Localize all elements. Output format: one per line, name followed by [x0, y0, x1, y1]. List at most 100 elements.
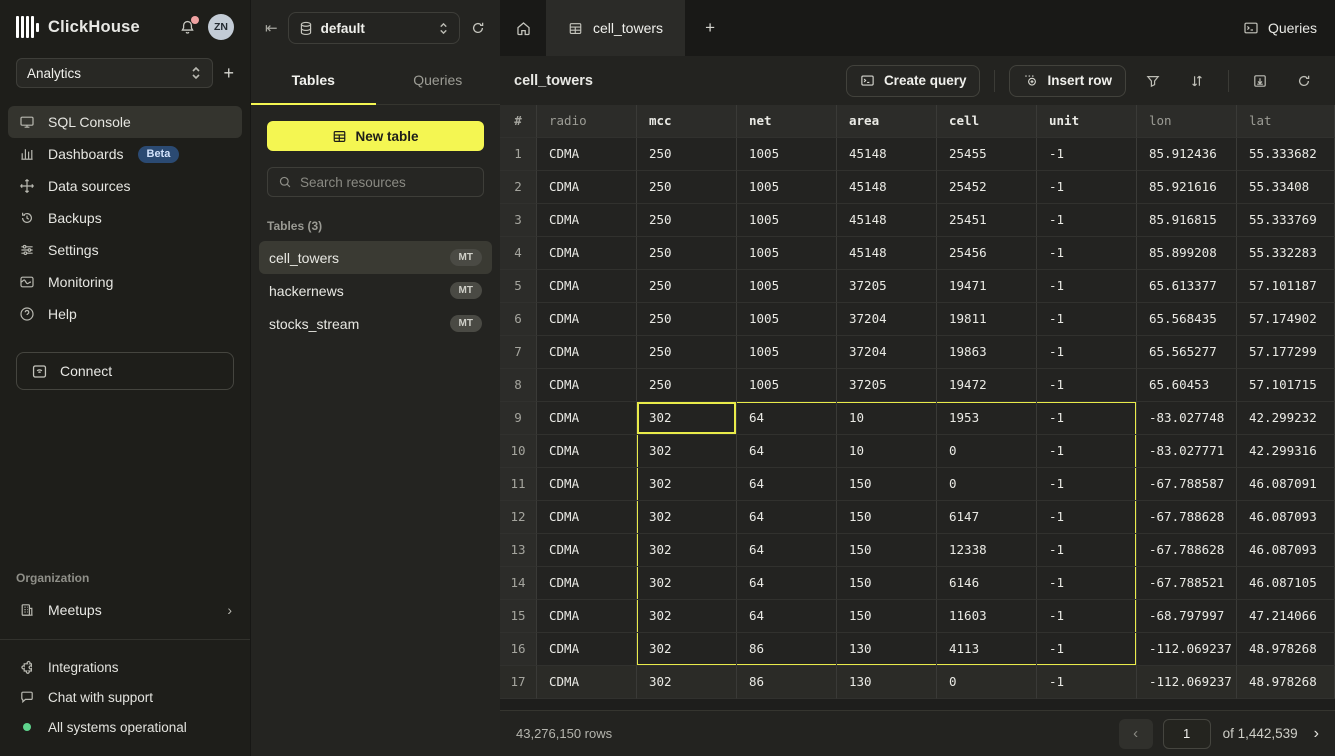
grid-cell[interactable]: 85.921616 — [1137, 171, 1237, 204]
grid-cell[interactable]: -1 — [1037, 435, 1137, 468]
collapse-panel-icon[interactable]: ⇤ — [265, 19, 278, 37]
grid-cell[interactable]: 150 — [837, 468, 937, 501]
grid-cell[interactable]: 57.101187 — [1237, 270, 1335, 303]
grid-cell[interactable]: 19811 — [937, 303, 1037, 336]
grid-cell[interactable]: 11603 — [937, 600, 1037, 633]
grid-cell[interactable]: 45148 — [837, 138, 937, 171]
sidebar-item-integrations[interactable]: Integrations — [0, 652, 250, 682]
row-number[interactable]: 17 — [500, 666, 537, 699]
grid-cell[interactable]: CDMA — [537, 303, 637, 336]
grid-cell[interactable]: -112.069237 — [1137, 666, 1237, 699]
grid-cell[interactable]: 150 — [837, 534, 937, 567]
avatar[interactable]: ZN — [208, 14, 234, 40]
grid-cell[interactable]: 42.299232 — [1237, 402, 1335, 435]
new-table-button[interactable]: New table — [267, 121, 484, 151]
grid-cell[interactable]: CDMA — [537, 369, 637, 402]
grid-cell[interactable]: 19471 — [937, 270, 1037, 303]
grid-cell[interactable]: -1 — [1037, 666, 1137, 699]
grid-cell[interactable]: CDMA — [537, 270, 637, 303]
grid-cell[interactable]: 12338 — [937, 534, 1037, 567]
row-number[interactable]: 2 — [500, 171, 537, 204]
grid-cell[interactable]: CDMA — [537, 138, 637, 171]
grid-cell[interactable]: 25456 — [937, 237, 1037, 270]
queries-button[interactable]: Queries — [1225, 0, 1335, 56]
grid-cell[interactable]: 1005 — [737, 270, 837, 303]
grid-cell[interactable]: -67.788521 — [1137, 567, 1237, 600]
grid-cell[interactable]: -83.027748 — [1137, 402, 1237, 435]
grid-cell[interactable]: CDMA — [537, 666, 637, 699]
grid-cell[interactable]: 19472 — [937, 369, 1037, 402]
grid-cell[interactable]: 0 — [937, 468, 1037, 501]
grid-cell[interactable]: 37205 — [837, 369, 937, 402]
row-number[interactable]: 3 — [500, 204, 537, 237]
grid-cell[interactable]: 46.087093 — [1237, 534, 1335, 567]
new-tab-button[interactable]: + — [685, 0, 735, 56]
page-input[interactable] — [1163, 719, 1211, 749]
column-header-mcc[interactable]: mcc — [637, 105, 737, 138]
grid-cell[interactable]: 250 — [637, 237, 737, 270]
prev-page-button[interactable]: ‹ — [1119, 719, 1153, 749]
grid-cell[interactable]: 1005 — [737, 171, 837, 204]
grid-cell[interactable]: 302 — [637, 468, 737, 501]
grid-cell[interactable]: CDMA — [537, 402, 637, 435]
grid-cell[interactable]: 250 — [637, 270, 737, 303]
grid-cell[interactable]: -1 — [1037, 171, 1137, 204]
grid-cell[interactable]: 0 — [937, 435, 1037, 468]
grid-cell[interactable]: CDMA — [537, 501, 637, 534]
sidebar-item-monitoring[interactable]: Monitoring — [8, 266, 242, 298]
grid-cell[interactable]: 42.299316 — [1237, 435, 1335, 468]
grid-cell[interactable]: 85.899208 — [1137, 237, 1237, 270]
grid-cell[interactable]: -67.788587 — [1137, 468, 1237, 501]
notifications-button[interactable] — [179, 19, 196, 36]
grid-cell[interactable]: 86 — [737, 666, 837, 699]
grid-cell[interactable]: 65.60453 — [1137, 369, 1237, 402]
grid-cell[interactable]: 6146 — [937, 567, 1037, 600]
grid-cell[interactable]: 19863 — [937, 336, 1037, 369]
database-selector[interactable]: default — [288, 12, 460, 44]
grid-cell[interactable]: 37205 — [837, 270, 937, 303]
next-page-button[interactable]: › — [1314, 725, 1319, 743]
grid-cell[interactable]: 37204 — [837, 303, 937, 336]
grid-cell[interactable]: 1005 — [737, 237, 837, 270]
row-number[interactable]: 8 — [500, 369, 537, 402]
grid-cell[interactable]: -1 — [1037, 633, 1137, 666]
column-header-area[interactable]: area — [837, 105, 937, 138]
grid-cell[interactable]: 86 — [737, 633, 837, 666]
sidebar-item-help[interactable]: Help — [8, 298, 242, 330]
grid-cell[interactable]: -1 — [1037, 534, 1137, 567]
column-header-unit[interactable]: unit — [1037, 105, 1137, 138]
grid-cell[interactable]: -1 — [1037, 567, 1137, 600]
grid-cell[interactable]: CDMA — [537, 600, 637, 633]
column-header-lon[interactable]: lon — [1137, 105, 1237, 138]
grid-cell[interactable]: 302 — [637, 501, 737, 534]
grid-cell[interactable]: 85.912436 — [1137, 138, 1237, 171]
grid-cell[interactable]: 10 — [837, 402, 937, 435]
grid-cell[interactable]: 64 — [737, 567, 837, 600]
search-input[interactable] — [300, 175, 473, 190]
grid-cell[interactable]: -1 — [1037, 138, 1137, 171]
sidebar-item-dashboards[interactable]: Dashboards Beta — [8, 138, 242, 170]
sidebar-item-chat-support[interactable]: Chat with support — [0, 682, 250, 712]
grid-cell[interactable]: 302 — [637, 534, 737, 567]
grid-cell[interactable]: 302 — [637, 402, 737, 435]
grid-cell[interactable]: 6147 — [937, 501, 1037, 534]
grid-cell[interactable]: 45148 — [837, 204, 937, 237]
table-item-cell-towers[interactable]: cell_towers MT — [259, 241, 492, 274]
refresh-icon[interactable] — [470, 20, 486, 36]
create-query-button[interactable]: Create query — [846, 65, 981, 97]
grid-cell[interactable]: CDMA — [537, 237, 637, 270]
grid-cell[interactable]: -67.788628 — [1137, 534, 1237, 567]
sort-button[interactable] — [1180, 73, 1214, 89]
row-number[interactable]: 9 — [500, 402, 537, 435]
row-number[interactable]: 12 — [500, 501, 537, 534]
grid-cell[interactable]: 10 — [837, 435, 937, 468]
row-number[interactable]: 10 — [500, 435, 537, 468]
grid-cell[interactable]: CDMA — [537, 468, 637, 501]
grid-cell[interactable]: 45148 — [837, 237, 937, 270]
row-number[interactable]: 13 — [500, 534, 537, 567]
column-header-lat[interactable]: lat — [1237, 105, 1335, 138]
grid-cell[interactable]: -1 — [1037, 600, 1137, 633]
grid-cell[interactable]: 57.174902 — [1237, 303, 1335, 336]
row-number[interactable]: 14 — [500, 567, 537, 600]
grid-cell[interactable]: CDMA — [537, 534, 637, 567]
